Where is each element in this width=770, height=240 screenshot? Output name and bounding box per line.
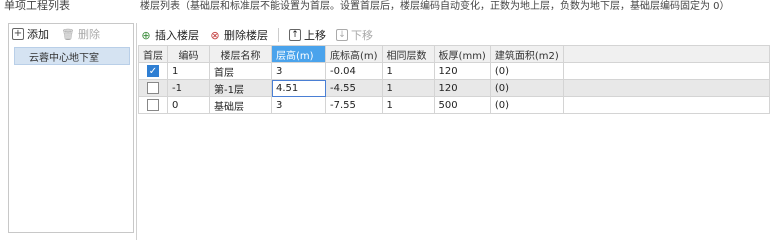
first-floor-checkbox[interactable]: ✓ [147,65,159,77]
insert-floor-label: 插入楼层 [155,29,199,42]
cell-bottom[interactable]: -7.55 [325,96,383,114]
cell-thick[interactable]: 120 [433,62,491,80]
column-header[interactable]: 首层 [138,45,168,63]
plus-icon: + [12,28,24,40]
floor-table: 首层 编码 楼层名称 层高(m) 底标高(m) 相同层数 板厚(mm) 建筑面积… [138,45,770,114]
column-header[interactable]: 相同层数 [381,45,435,63]
cell-name[interactable]: 基础层 [209,96,272,114]
cell-bottom[interactable]: -0.04 [325,62,383,80]
cell-area[interactable]: (0) [489,62,564,80]
cell-same[interactable]: 1 [381,62,435,80]
cell-area[interactable]: (0) [489,96,564,114]
delete-floor-label: 删除楼层 [224,29,268,42]
move-down-button[interactable]: ↓ 下移 [336,27,373,43]
column-header[interactable]: 底标高(m) [325,45,383,63]
project-list-title: 单项工程列表 [4,0,70,12]
cell-same[interactable]: 1 [381,96,435,114]
table-row[interactable]: ✓ 1 首层 3 -0.04 1 120 (0) [138,62,770,80]
cell-height[interactable]: 3 [271,96,326,114]
cell-thick[interactable]: 120 [433,79,491,97]
cell-code[interactable]: -1 [167,79,210,97]
column-header[interactable]: 板厚(mm) [433,45,491,63]
delete-label: 删除 [77,28,100,41]
column-header[interactable]: 建筑面积(m2) [489,45,564,63]
cell-area[interactable]: (0) [489,79,564,97]
cell-same[interactable]: 1 [381,79,435,97]
move-up-label: 上移 [304,29,326,42]
column-header-filler [562,45,770,63]
arrow-down-icon: ↓ [336,29,348,41]
table-header: 首层 编码 楼层名称 层高(m) 底标高(m) 相同层数 板厚(mm) 建筑面积… [138,45,770,63]
move-down-label: 下移 [351,29,373,42]
project-list: 云蓉中心地下室 [14,47,130,65]
cell-code[interactable]: 0 [167,96,210,114]
arrow-up-icon: ↑ [289,29,301,41]
cell-thick[interactable]: 500 [433,96,491,114]
column-header-active[interactable]: 层高(m) [271,45,326,63]
cell-name[interactable]: 第-1层 [209,79,272,97]
toolbar-divider [278,28,279,42]
floor-list-title: 楼层列表（基础层和标准层不能设置为首层。设置首层后，楼层编码自动变化，正数为地上… [140,1,730,12]
first-floor-checkbox[interactable] [147,99,159,111]
project-toolbar: + 添加 🗑 删除 [8,23,134,45]
insert-floor-button[interactable]: ⊕ 插入楼层 [140,27,199,43]
cell-height[interactable]: 3 [271,62,326,80]
first-floor-checkbox[interactable] [147,82,159,94]
add-label: 添加 [27,28,49,41]
cell-code[interactable]: 1 [167,62,210,80]
move-up-button[interactable]: ↑ 上移 [289,27,326,43]
delete-button[interactable]: 🗑 删除 [61,26,100,42]
table-row[interactable]: 0 基础层 3 -7.55 1 500 (0) [138,96,770,114]
cell-height-editing[interactable]: 4.51 [271,79,326,97]
delete-floor-button[interactable]: ⊗ 删除楼层 [209,27,268,43]
floor-toolbar: ⊕ 插入楼层 ⊗ 删除楼层 ↑ 上移 ↓ 下移 [140,25,383,45]
column-header[interactable]: 楼层名称 [209,45,272,63]
column-header[interactable]: 编码 [167,45,210,63]
insert-floor-icon: ⊕ [141,28,151,42]
table-row[interactable]: -1 第-1层 4.51 -4.55 1 120 (0) [138,79,770,97]
cell-bottom[interactable]: -4.55 [325,79,383,97]
project-item[interactable]: 云蓉中心地下室 [14,47,130,65]
cell-name[interactable]: 首层 [209,62,272,80]
project-item-label: 云蓉中心地下室 [29,52,99,64]
trash-icon: 🗑 [61,27,75,41]
delete-floor-icon: ⊗ [210,28,220,42]
add-button[interactable]: + 添加 [12,26,49,42]
